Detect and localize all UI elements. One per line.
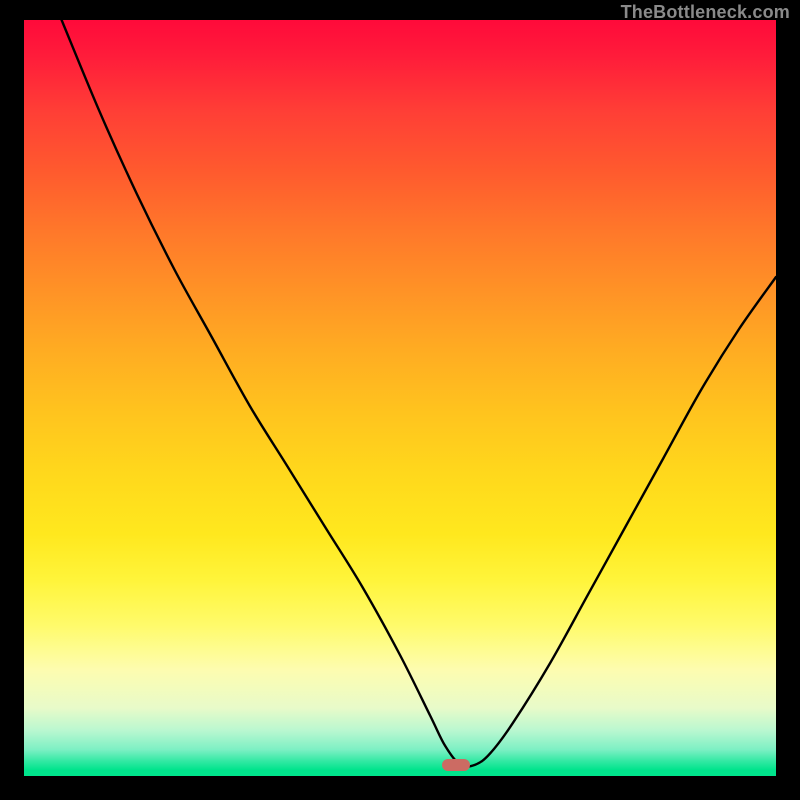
optimal-point-marker bbox=[442, 759, 470, 771]
bottleneck-curve bbox=[24, 20, 776, 776]
watermark-text: TheBottleneck.com bbox=[621, 2, 790, 23]
plot-area bbox=[24, 20, 776, 776]
chart-frame: TheBottleneck.com bbox=[0, 0, 800, 800]
